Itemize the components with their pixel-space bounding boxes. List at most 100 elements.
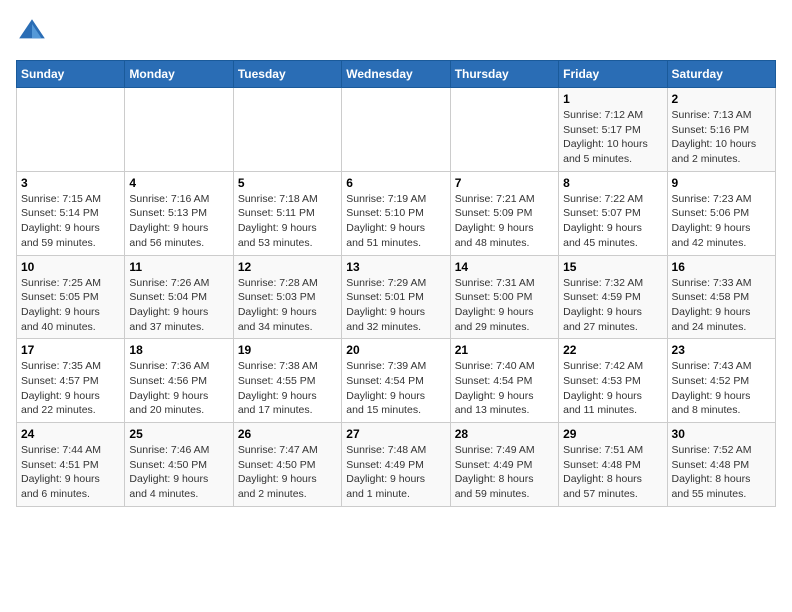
calendar-cell: 27Sunrise: 7:48 AM Sunset: 4:49 PM Dayli…: [342, 423, 450, 507]
calendar-cell: 9 Sunrise: 7:23 AM Sunset: 5:06 PM Daylig…: [667, 171, 775, 255]
calendar-cell: 25 Sunrise: 7:46 AM Sunset: 4:50 PM Dayli…: [125, 423, 233, 507]
calendar-body: 1Sunrise: 7:12 AM Sunset: 5:17 PM Daylig…: [17, 88, 776, 507]
day-info: Sunrise: 7:39 AM Sunset: 4:54 PM Dayligh…: [346, 359, 445, 418]
calendar-cell: 23 Sunrise: 7:43 AM Sunset: 4:52 PM Dayli…: [667, 339, 775, 423]
day-info: Sunrise: 7:52 AM Sunset: 4:48 PM Dayligh…: [672, 443, 771, 502]
page-header: [16, 16, 776, 48]
calendar-cell: 17 Sunrise: 7:35 AM Sunset: 4:57 PM Dayli…: [17, 339, 125, 423]
day-info: Sunrise: 7:32 AM Sunset: 4:59 PM Dayligh…: [563, 276, 662, 335]
day-info: Sunrise: 7:35 AM Sunset: 4:57 PM Dayligh…: [21, 359, 120, 418]
day-number: 28: [455, 427, 554, 441]
calendar-cell: 13 Sunrise: 7:29 AM Sunset: 5:01 PM Dayli…: [342, 255, 450, 339]
day-info: Sunrise: 7:23 AM Sunset: 5:06 PM Dayligh…: [672, 192, 771, 251]
day-number: 19: [238, 343, 337, 357]
calendar-week-row: 10 Sunrise: 7:25 AM Sunset: 5:05 PM Dayli…: [17, 255, 776, 339]
calendar-cell: 19Sunrise: 7:38 AM Sunset: 4:55 PM Dayli…: [233, 339, 341, 423]
weekday-header: Tuesday: [233, 61, 341, 88]
weekday-header: Wednesday: [342, 61, 450, 88]
day-number: 17: [21, 343, 120, 357]
day-info: Sunrise: 7:25 AM Sunset: 5:05 PM Dayligh…: [21, 276, 120, 335]
calendar-cell: 22Sunrise: 7:42 AM Sunset: 4:53 PM Dayli…: [559, 339, 667, 423]
calendar-cell: 16Sunrise: 7:33 AM Sunset: 4:58 PM Dayli…: [667, 255, 775, 339]
day-number: 21: [455, 343, 554, 357]
calendar-cell: 10 Sunrise: 7:25 AM Sunset: 5:05 PM Dayli…: [17, 255, 125, 339]
day-info: Sunrise: 7:16 AM Sunset: 5:13 PM Dayligh…: [129, 192, 228, 251]
calendar-cell: 3Sunrise: 7:15 AM Sunset: 5:14 PM Daylig…: [17, 171, 125, 255]
calendar-cell: 26 Sunrise: 7:47 AM Sunset: 4:50 PM Dayli…: [233, 423, 341, 507]
day-number: 2: [672, 92, 771, 106]
calendar-cell: [125, 88, 233, 172]
calendar-cell: 5 Sunrise: 7:18 AM Sunset: 5:11 PM Daylig…: [233, 171, 341, 255]
calendar-cell: [17, 88, 125, 172]
calendar-cell: 30 Sunrise: 7:52 AM Sunset: 4:48 PM Dayli…: [667, 423, 775, 507]
calendar-cell: 28 Sunrise: 7:49 AM Sunset: 4:49 PM Dayli…: [450, 423, 558, 507]
day-info: Sunrise: 7:49 AM Sunset: 4:49 PM Dayligh…: [455, 443, 554, 502]
day-info: Sunrise: 7:26 AM Sunset: 5:04 PM Dayligh…: [129, 276, 228, 335]
day-info: Sunrise: 7:51 AM Sunset: 4:48 PM Dayligh…: [563, 443, 662, 502]
calendar-week-row: 24Sunrise: 7:44 AM Sunset: 4:51 PM Dayli…: [17, 423, 776, 507]
day-number: 8: [563, 176, 662, 190]
day-info: Sunrise: 7:28 AM Sunset: 5:03 PM Dayligh…: [238, 276, 337, 335]
day-info: Sunrise: 7:21 AM Sunset: 5:09 PM Dayligh…: [455, 192, 554, 251]
day-number: 11: [129, 260, 228, 274]
day-number: 13: [346, 260, 445, 274]
calendar-cell: 18Sunrise: 7:36 AM Sunset: 4:56 PM Dayli…: [125, 339, 233, 423]
weekday-header: Thursday: [450, 61, 558, 88]
calendar-cell: 1Sunrise: 7:12 AM Sunset: 5:17 PM Daylig…: [559, 88, 667, 172]
day-number: 1: [563, 92, 662, 106]
day-number: 26: [238, 427, 337, 441]
calendar-cell: 4 Sunrise: 7:16 AM Sunset: 5:13 PM Daylig…: [125, 171, 233, 255]
calendar-cell: 21 Sunrise: 7:40 AM Sunset: 4:54 PM Dayli…: [450, 339, 558, 423]
logo-icon: [16, 16, 48, 48]
calendar-cell: 8 Sunrise: 7:22 AM Sunset: 5:07 PM Daylig…: [559, 171, 667, 255]
day-number: 9: [672, 176, 771, 190]
day-number: 23: [672, 343, 771, 357]
day-number: 30: [672, 427, 771, 441]
day-number: 15: [563, 260, 662, 274]
day-info: Sunrise: 7:18 AM Sunset: 5:11 PM Dayligh…: [238, 192, 337, 251]
day-number: 6: [346, 176, 445, 190]
weekday-header: Sunday: [17, 61, 125, 88]
day-number: 25: [129, 427, 228, 441]
day-info: Sunrise: 7:31 AM Sunset: 5:00 PM Dayligh…: [455, 276, 554, 335]
calendar-week-row: 1Sunrise: 7:12 AM Sunset: 5:17 PM Daylig…: [17, 88, 776, 172]
day-info: Sunrise: 7:36 AM Sunset: 4:56 PM Dayligh…: [129, 359, 228, 418]
day-number: 4: [129, 176, 228, 190]
day-number: 12: [238, 260, 337, 274]
calendar-week-row: 17 Sunrise: 7:35 AM Sunset: 4:57 PM Dayli…: [17, 339, 776, 423]
day-info: Sunrise: 7:19 AM Sunset: 5:10 PM Dayligh…: [346, 192, 445, 251]
day-info: Sunrise: 7:33 AM Sunset: 4:58 PM Dayligh…: [672, 276, 771, 335]
calendar-cell: 12 Sunrise: 7:28 AM Sunset: 5:03 PM Dayli…: [233, 255, 341, 339]
weekday-header: Monday: [125, 61, 233, 88]
day-info: Sunrise: 7:40 AM Sunset: 4:54 PM Dayligh…: [455, 359, 554, 418]
calendar-cell: 2 Sunrise: 7:13 AM Sunset: 5:16 PM Daylig…: [667, 88, 775, 172]
day-number: 5: [238, 176, 337, 190]
calendar-week-row: 3Sunrise: 7:15 AM Sunset: 5:14 PM Daylig…: [17, 171, 776, 255]
calendar-cell: 24Sunrise: 7:44 AM Sunset: 4:51 PM Dayli…: [17, 423, 125, 507]
day-info: Sunrise: 7:42 AM Sunset: 4:53 PM Dayligh…: [563, 359, 662, 418]
day-number: 10: [21, 260, 120, 274]
day-info: Sunrise: 7:13 AM Sunset: 5:16 PM Dayligh…: [672, 108, 771, 167]
day-number: 20: [346, 343, 445, 357]
day-number: 24: [21, 427, 120, 441]
calendar-cell: [233, 88, 341, 172]
calendar-cell: 6 Sunrise: 7:19 AM Sunset: 5:10 PM Daylig…: [342, 171, 450, 255]
day-info: Sunrise: 7:43 AM Sunset: 4:52 PM Dayligh…: [672, 359, 771, 418]
weekday-header-row: SundayMondayTuesdayWednesdayThursdayFrid…: [17, 61, 776, 88]
calendar-cell: 14 Sunrise: 7:31 AM Sunset: 5:00 PM Dayli…: [450, 255, 558, 339]
day-number: 14: [455, 260, 554, 274]
day-info: Sunrise: 7:15 AM Sunset: 5:14 PM Dayligh…: [21, 192, 120, 251]
day-number: 29: [563, 427, 662, 441]
calendar-cell: [450, 88, 558, 172]
day-info: Sunrise: 7:29 AM Sunset: 5:01 PM Dayligh…: [346, 276, 445, 335]
day-info: Sunrise: 7:47 AM Sunset: 4:50 PM Dayligh…: [238, 443, 337, 502]
day-info: Sunrise: 7:46 AM Sunset: 4:50 PM Dayligh…: [129, 443, 228, 502]
calendar-table: SundayMondayTuesdayWednesdayThursdayFrid…: [16, 60, 776, 507]
calendar-cell: 15 Sunrise: 7:32 AM Sunset: 4:59 PM Dayli…: [559, 255, 667, 339]
weekday-header: Saturday: [667, 61, 775, 88]
calendar-cell: [342, 88, 450, 172]
weekday-header: Friday: [559, 61, 667, 88]
calendar-cell: 20 Sunrise: 7:39 AM Sunset: 4:54 PM Dayli…: [342, 339, 450, 423]
day-info: Sunrise: 7:22 AM Sunset: 5:07 PM Dayligh…: [563, 192, 662, 251]
day-number: 7: [455, 176, 554, 190]
